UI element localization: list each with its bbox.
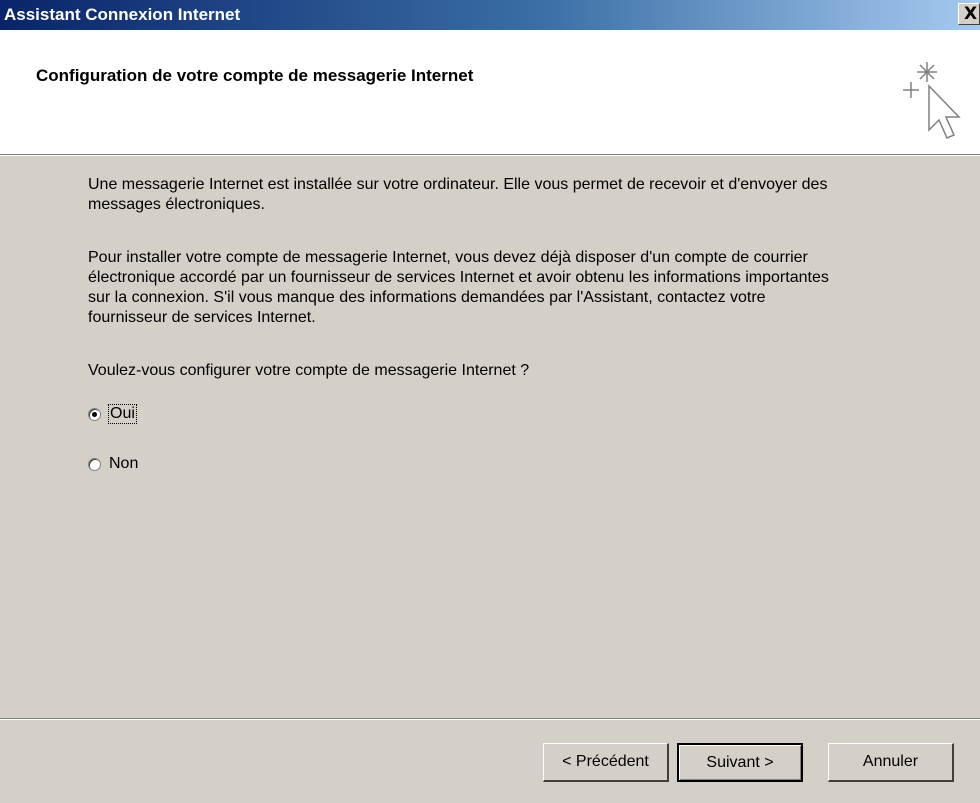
close-button[interactable]: X <box>958 3 980 25</box>
previous-button[interactable]: < Précédent <box>543 743 669 782</box>
header-divider <box>0 155 980 156</box>
footer-separator-highlight <box>0 719 980 720</box>
wizard-cursor-icon <box>903 62 961 139</box>
window-title: Assistant Connexion Internet <box>4 5 241 24</box>
close-icon: X <box>964 4 978 24</box>
radio-button-oui[interactable] <box>88 407 101 421</box>
intro-paragraph: Une messagerie Internet est installée su… <box>88 176 828 213</box>
radio-option-non[interactable]: Non <box>88 455 138 473</box>
cancel-button[interactable]: Annuler <box>828 743 954 782</box>
radio-label-non[interactable]: Non <box>109 455 138 473</box>
radio-option-oui[interactable]: Oui <box>88 404 137 424</box>
wizard-header: Configuration de votre compte de message… <box>0 30 980 155</box>
instructions-paragraph: Pour installer votre compte de messageri… <box>88 249 829 326</box>
radio-button-non[interactable] <box>88 457 101 471</box>
next-button[interactable]: Suivant > <box>677 743 803 782</box>
question-text: Voulez-vous configurer votre compte de m… <box>88 362 530 379</box>
title-bar: Assistant Connexion Internet X <box>0 0 980 30</box>
radio-label-oui[interactable]: Oui <box>108 404 137 424</box>
page-title: Configuration de votre compte de message… <box>36 66 474 85</box>
